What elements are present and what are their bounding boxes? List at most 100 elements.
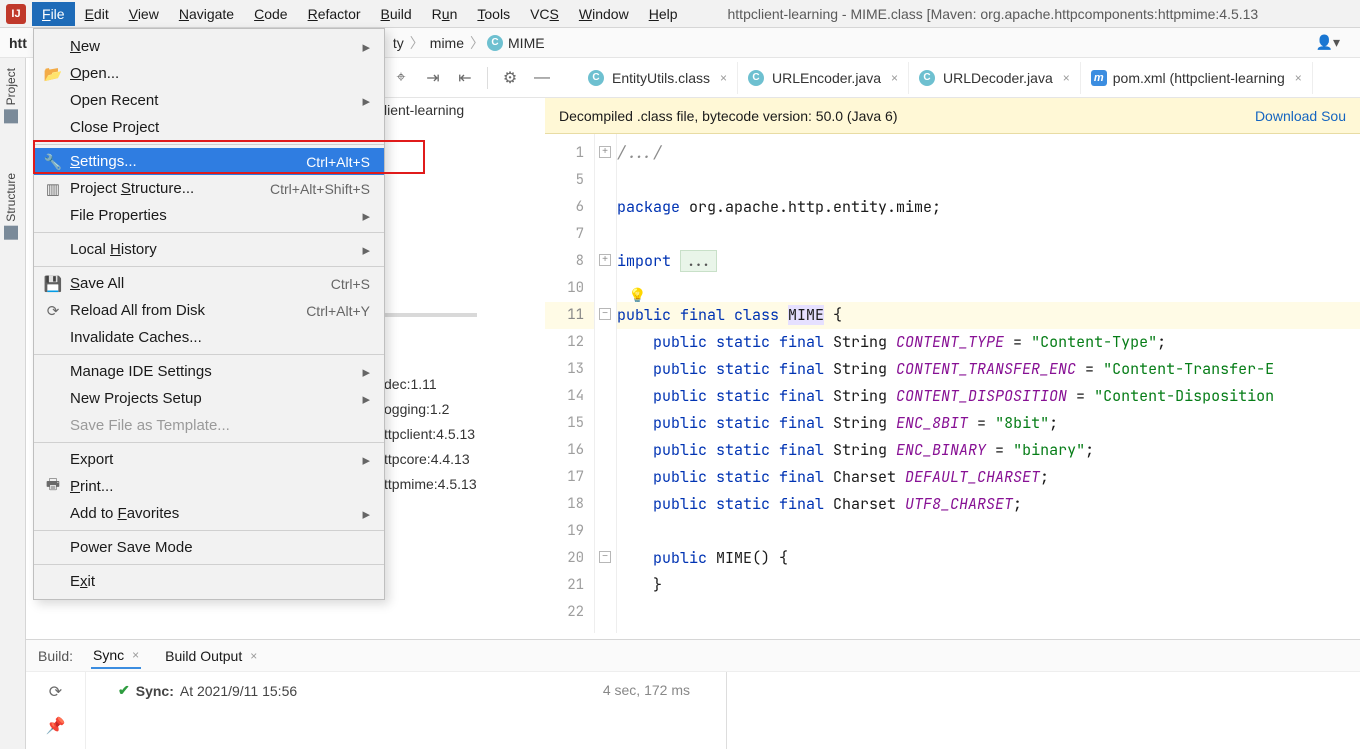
crumb-class[interactable]: MIME (508, 35, 545, 51)
menu-help[interactable]: Help (639, 2, 688, 26)
gutter-line[interactable]: 20 (545, 545, 594, 572)
menu-item-print[interactable]: 🖶Print... (34, 473, 384, 500)
menu-item-power-save-mode[interactable]: Power Save Mode (34, 534, 384, 561)
submenu-arrow-icon: ▸ (362, 38, 370, 56)
gutter-line[interactable]: 6 (545, 194, 594, 221)
class-icon: C (919, 70, 935, 86)
menu-item-local-history[interactable]: Local History▸ (34, 236, 384, 263)
pin-icon[interactable]: 📌 (46, 716, 66, 736)
gutter-line[interactable]: 8 (545, 248, 594, 275)
tree-row[interactable]: ttpclient:4.5.13 (384, 422, 477, 447)
menu-item-new[interactable]: New▸ (34, 33, 384, 60)
close-icon[interactable]: × (720, 71, 727, 85)
gutter-line[interactable]: 15 (545, 410, 594, 437)
gutter-line[interactable]: 11 (545, 302, 594, 329)
menu-refactor[interactable]: Refactor (298, 2, 371, 26)
gutter-line[interactable]: 10 (545, 275, 594, 302)
menu-build[interactable]: Build (371, 2, 422, 26)
maven-icon: m (1091, 70, 1107, 86)
close-icon[interactable]: × (1295, 71, 1302, 85)
class-icon: C (588, 70, 604, 86)
menu-window[interactable]: Window (569, 2, 639, 26)
menu-item-open[interactable]: 📂Open... (34, 60, 384, 87)
menu-code[interactable]: Code (244, 2, 297, 26)
crumb-folder[interactable]: mime (430, 35, 464, 51)
gutter-line[interactable]: 19 (545, 518, 594, 545)
decompiled-banner: Decompiled .class file, bytecode version… (545, 98, 1360, 134)
close-icon[interactable]: × (132, 648, 139, 662)
menu-item-open-recent[interactable]: Open Recent▸ (34, 87, 384, 114)
gutter-line[interactable]: 21 (545, 572, 594, 599)
menu-view[interactable]: View (119, 2, 169, 26)
menu-item-exit[interactable]: Exit (34, 568, 384, 595)
menu-item-close-project[interactable]: Close Project (34, 114, 384, 141)
tree-row[interactable]: dec:1.11 (384, 372, 477, 397)
gutter-line[interactable]: 14 (545, 383, 594, 410)
minimize-icon[interactable]: — (528, 64, 556, 92)
menu-item-manage-ide-settings[interactable]: Manage IDE Settings▸ (34, 358, 384, 385)
download-sources-link[interactable]: Download Sou (1255, 108, 1346, 124)
tool-window-project[interactable]: Project (0, 58, 22, 133)
gutter-line[interactable]: 17 (545, 464, 594, 491)
user-icon[interactable]: 👤▾ (1316, 34, 1340, 51)
tree-row[interactable]: ogging:1.2 (384, 397, 477, 422)
gutter-line[interactable]: 12 (545, 329, 594, 356)
vertical-splitter[interactable] (726, 672, 727, 749)
tool-window-structure[interactable]: Structure (0, 163, 22, 250)
editor-tab[interactable]: CEntityUtils.class× (578, 62, 738, 94)
menu-file[interactable]: File (32, 2, 75, 26)
menu-item-new-projects-setup[interactable]: New Projects Setup▸ (34, 385, 384, 412)
gutter-line[interactable]: 13 (545, 356, 594, 383)
menu-separator (34, 564, 384, 565)
menu-item-project-structure[interactable]: ▥Project Structure...Ctrl+Alt+Shift+S (34, 175, 384, 202)
menu-item-save-all[interactable]: 💾Save AllCtrl+S (34, 270, 384, 297)
menu-item-settings[interactable]: 🔧Settings...Ctrl+Alt+S (34, 148, 384, 175)
editor-tab[interactable]: mpom.xml (httpclient-learning× (1081, 62, 1313, 94)
menu-item-invalidate-caches[interactable]: Invalidate Caches... (34, 324, 384, 351)
submenu-arrow-icon: ▸ (362, 241, 370, 259)
menu-item-reload-all-from-disk[interactable]: ⟳Reload All from DiskCtrl+Alt+Y (34, 297, 384, 324)
close-icon[interactable]: × (250, 649, 257, 663)
gutter-line[interactable]: 18 (545, 491, 594, 518)
menubar: IJ FileEditViewNavigateCodeRefactorBuild… (0, 0, 1360, 28)
menu-vcs[interactable]: VCS (520, 2, 569, 26)
crumb-part[interactable]: ty (393, 35, 404, 51)
editor-gutter[interactable]: 1567810111213141516171819202122 (545, 134, 595, 633)
submenu-arrow-icon: ▸ (362, 363, 370, 381)
close-icon[interactable]: × (891, 71, 898, 85)
editor-tab[interactable]: CURLEncoder.java× (738, 62, 909, 94)
gutter-line[interactable]: 1 (545, 140, 594, 167)
tree-row[interactable]: ttpcore:4.4.13 (384, 447, 477, 472)
menu-run[interactable]: Run (422, 2, 468, 26)
menu-item-file-properties[interactable]: File Properties▸ (34, 202, 384, 229)
gutter-line[interactable]: 16 (545, 437, 594, 464)
refresh-icon[interactable]: ⟳ (49, 682, 62, 702)
fold-toggle-icon[interactable]: − (599, 551, 611, 563)
structure-icon: ▥ (44, 180, 62, 198)
target-icon[interactable]: ⌖ (387, 64, 415, 92)
close-icon[interactable]: × (1063, 71, 1070, 85)
gear-icon[interactable]: ⚙ (496, 64, 524, 92)
fold-toggle-icon[interactable]: − (599, 308, 611, 320)
crumb-root[interactable]: htt (9, 35, 27, 51)
sync-status-line[interactable]: ✔ Sync: At 2021/9/11 15:56 (118, 682, 297, 699)
menu-tools[interactable]: Tools (467, 2, 520, 26)
fold-toggle-icon[interactable]: + (599, 146, 611, 158)
menu-edit[interactable]: Edit (75, 2, 119, 26)
fold-toggle-icon[interactable]: + (599, 254, 611, 266)
expand-icon[interactable]: ⇥ (419, 64, 447, 92)
gutter-line[interactable]: 5 (545, 167, 594, 194)
menu-item-export[interactable]: Export▸ (34, 446, 384, 473)
tree-row[interactable]: lient-learning (384, 98, 477, 123)
build-tab-sync[interactable]: Sync× (91, 643, 141, 669)
tree-row[interactable]: ttpmime:4.5.13 (384, 472, 477, 497)
check-icon: ✔ (118, 682, 130, 699)
collapse-icon[interactable]: ⇤ (451, 64, 479, 92)
editor-tab[interactable]: CURLDecoder.java× (909, 62, 1081, 94)
gutter-line[interactable]: 22 (545, 599, 594, 626)
build-tab-build-output[interactable]: Build Output× (163, 643, 259, 669)
menu-item-add-to-favorites[interactable]: Add to Favorites▸ (34, 500, 384, 527)
menu-navigate[interactable]: Navigate (169, 2, 244, 26)
editor-code[interactable]: /.../ package org.apache.http.entity.mim… (617, 134, 1360, 633)
gutter-line[interactable]: 7 (545, 221, 594, 248)
